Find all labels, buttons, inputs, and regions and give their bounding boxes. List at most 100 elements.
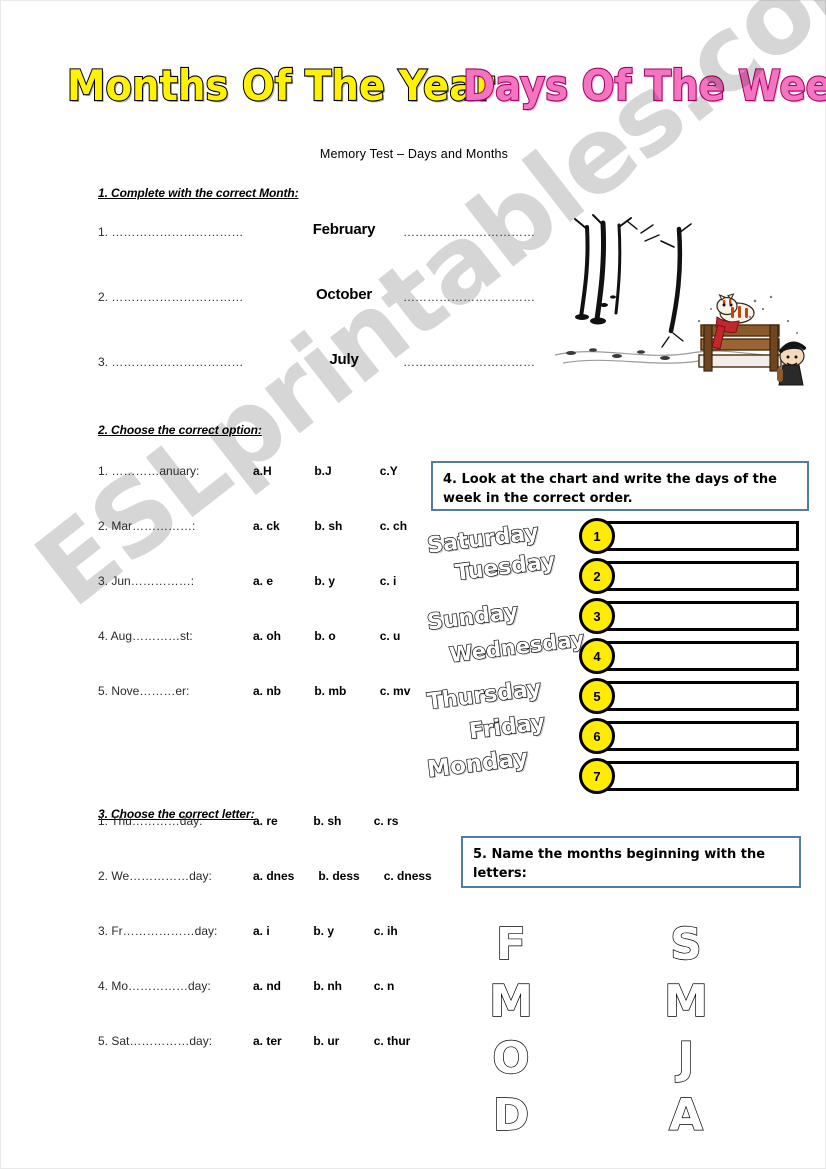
list-item: 1. …………anuary: a.H b.J c.Y <box>98 464 418 519</box>
option-b[interactable]: b. y <box>314 574 376 588</box>
option-a[interactable]: a. i <box>253 924 310 938</box>
option-a[interactable]: a. nd <box>253 979 310 993</box>
option-b[interactable]: b. sh <box>314 519 376 533</box>
section2-question-list: 1. …………anuary: a.H b.J c.Y 2. Mar……………: … <box>98 464 418 739</box>
option-a[interactable]: a. dnes <box>253 869 315 883</box>
option-group: a. re b. sh c. rs <box>253 814 398 828</box>
list-item: 2 <box>579 558 801 601</box>
option-a[interactable]: a. ter <box>253 1034 310 1048</box>
option-group: a. e b. y c. i <box>253 574 396 588</box>
day-order-answer-list: 1 2 3 4 5 6 7 <box>579 518 801 809</box>
option-c[interactable]: c. i <box>380 574 397 588</box>
option-b[interactable]: b. ur <box>313 1034 370 1048</box>
section5-instruction-box: 5. Name the months beginning with the le… <box>461 836 801 888</box>
option-a[interactable]: a.H <box>253 464 311 478</box>
list-item: 3 <box>579 598 801 641</box>
month-row-blank-left[interactable]: 2. …………………………… <box>98 290 276 304</box>
question-text[interactable]: 1. Thu…………day: <box>98 814 248 828</box>
dayword-wednesday: Wednesday <box>447 626 586 668</box>
option-c[interactable]: c. thur <box>374 1034 411 1048</box>
list-item: 5. Sat……………day: a. ter b. ur c. thur <box>98 1034 428 1089</box>
letter-m: M <box>488 975 533 1027</box>
month-row-blank-left[interactable]: 1. …………………………… <box>98 225 276 239</box>
option-c[interactable]: c. u <box>380 629 401 643</box>
option-c[interactable]: c. ih <box>374 924 398 938</box>
letter-d: D <box>492 1089 530 1141</box>
letter-column-left: F M O D <box>481 916 541 1144</box>
day-answer-box[interactable] <box>601 521 799 551</box>
month-name: October <box>315 286 373 303</box>
list-item: 1. Thu…………day: a. re b. sh c. rs <box>98 814 428 869</box>
list-item: 5 <box>579 678 801 721</box>
option-a[interactable]: a. oh <box>253 629 311 643</box>
dayword-tuesday: Tuesday <box>453 548 557 587</box>
option-b[interactable]: b. y <box>313 924 370 938</box>
letter-column-right: S M J A <box>656 916 716 1144</box>
list-item: 4 <box>579 638 801 681</box>
option-a[interactable]: a. e <box>253 574 311 588</box>
option-b[interactable]: b. mb <box>314 684 376 698</box>
month-row-blank-right[interactable]: …………………………… <box>403 355 553 369</box>
option-b[interactable]: b. dess <box>318 869 380 883</box>
option-c[interactable]: c.Y <box>380 464 398 478</box>
order-number-badge: 3 <box>579 598 615 634</box>
month-row-blank-left[interactable]: 3. …………………………… <box>98 355 276 369</box>
month-name: July <box>329 351 359 368</box>
option-c[interactable]: c. dness <box>384 869 432 883</box>
list-item: 5. Nove………er: a. nb b. mb c. mv <box>98 684 418 739</box>
section2-heading: 2. Choose the correct option: <box>98 423 262 437</box>
table-row: 1. …………………………… February …………………………… <box>98 221 558 286</box>
letter-m: M <box>663 975 708 1027</box>
question-text[interactable]: 2. Mar……………: <box>98 519 248 533</box>
order-number-badge: 4 <box>579 638 615 674</box>
letter-f: F <box>495 918 527 970</box>
option-c[interactable]: c. rs <box>374 814 399 828</box>
day-answer-box[interactable] <box>601 561 799 591</box>
option-c[interactable]: c. n <box>374 979 395 993</box>
option-c[interactable]: c. ch <box>380 519 407 533</box>
option-a[interactable]: a. nb <box>253 684 311 698</box>
option-b[interactable]: b. nh <box>313 979 370 993</box>
question-text[interactable]: 3. Jun……………: <box>98 574 248 588</box>
question-text[interactable]: 5. Sat……………day: <box>98 1034 248 1048</box>
question-text[interactable]: 5. Nove………er: <box>98 684 248 698</box>
order-number-badge: 7 <box>579 758 615 794</box>
day-answer-box[interactable] <box>601 601 799 631</box>
option-b[interactable]: b.J <box>314 464 376 478</box>
order-number-badge: 6 <box>579 718 615 754</box>
month-initial-letters: F M O D S M J A <box>471 916 771 1141</box>
section4-instruction-box: 4. Look at the chart and write the days … <box>431 461 809 511</box>
day-answer-box[interactable] <box>601 721 799 751</box>
option-group: a. i b. y c. ih <box>253 924 398 938</box>
list-item: 1 <box>579 518 801 561</box>
day-answer-box[interactable] <box>601 761 799 791</box>
dayword-thursday: Thursday <box>425 675 543 715</box>
letter-a: A <box>668 1089 704 1141</box>
option-b[interactable]: b. o <box>314 629 376 643</box>
day-answer-box[interactable] <box>601 681 799 711</box>
option-group: a. ter b. ur c. thur <box>253 1034 410 1048</box>
worksheet-page: Months Of The Year Days Of The Week Memo… <box>0 0 826 1169</box>
order-number-badge: 5 <box>579 678 615 714</box>
list-item: 3. Fr………………day: a. i b. y c. ih <box>98 924 428 979</box>
option-c[interactable]: c. mv <box>380 684 411 698</box>
day-answer-box[interactable] <box>601 641 799 671</box>
list-item: 2. We……………day: a. dnes b. dess c. dness <box>98 869 432 924</box>
question-text[interactable]: 2. We……………day: <box>98 869 248 883</box>
question-text[interactable]: 4. Mo……………day: <box>98 979 248 993</box>
month-row-blank-right[interactable]: …………………………… <box>403 225 553 239</box>
option-a[interactable]: a. ck <box>253 519 311 533</box>
title-months-of-the-year: Months Of The Year <box>66 60 495 111</box>
order-number-badge: 2 <box>579 558 615 594</box>
question-text[interactable]: 1. …………anuary: <box>98 464 248 478</box>
option-b[interactable]: b. sh <box>313 814 370 828</box>
option-a[interactable]: a. re <box>253 814 310 828</box>
option-group: a. nd b. nh c. n <box>253 979 394 993</box>
question-text[interactable]: 4. Aug…………st: <box>98 629 248 643</box>
list-item: 2. Mar……………: a. ck b. sh c. ch <box>98 519 418 574</box>
month-name: February <box>312 221 376 238</box>
question-text[interactable]: 3. Fr………………day: <box>98 924 248 938</box>
list-item: 6 <box>579 718 801 761</box>
month-row-blank-right[interactable]: …………………………… <box>403 290 553 304</box>
list-item: 4. Mo……………day: a. nd b. nh c. n <box>98 979 428 1034</box>
